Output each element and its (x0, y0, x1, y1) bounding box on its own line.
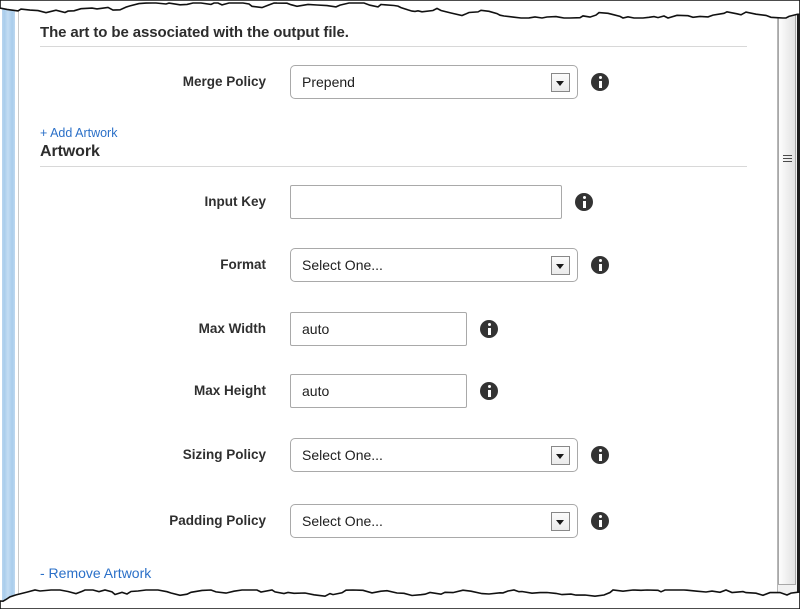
field-value: Select One... (302, 257, 383, 273)
field-input[interactable]: auto (290, 374, 467, 408)
field-label: Max Height (193, 383, 266, 398)
left-gutter-strip (2, 0, 15, 609)
field-value: auto (302, 383, 330, 399)
field-select[interactable]: Select One... (290, 248, 578, 282)
field-value: Select One... (302, 513, 383, 529)
chevron-down-icon[interactable] (551, 73, 570, 92)
info-icon[interactable] (575, 193, 593, 211)
info-icon[interactable] (591, 256, 609, 274)
form-row: Sizing Policy Select One... (19, 438, 759, 472)
info-icon[interactable] (480, 382, 498, 400)
field-label: Padding Policy (169, 513, 266, 528)
field-label: Input Key (204, 194, 266, 209)
info-icon[interactable] (480, 320, 498, 338)
merge-policy-label: Merge Policy (182, 74, 266, 89)
section-divider (40, 46, 747, 47)
form-row-merge-policy: Merge Policy Prepend (19, 65, 759, 99)
field-input[interactable] (290, 185, 562, 219)
chevron-down-icon[interactable] (551, 446, 570, 465)
form-row: Input Key (19, 185, 759, 219)
add-artwork-link[interactable]: + Add Artwork (40, 126, 117, 140)
info-icon[interactable] (591, 446, 609, 464)
form-row: Max Height auto (19, 374, 759, 408)
form-row: Padding Policy Select One... (19, 504, 759, 538)
screenshot-root: The art to be associated with the output… (0, 0, 800, 609)
scrollbar-thumb[interactable] (778, 10, 796, 585)
form-content: The art to be associated with the output… (19, 0, 774, 609)
info-icon[interactable] (591, 73, 609, 91)
section-description: The art to be associated with the output… (40, 24, 349, 41)
merge-policy-select[interactable]: Prepend (290, 65, 578, 99)
vertical-scrollbar[interactable] (777, 8, 797, 601)
form-row: Format Select One... (19, 248, 759, 282)
chevron-down-icon[interactable] (551, 256, 570, 275)
field-label: Sizing Policy (182, 447, 266, 462)
field-label: Format (220, 257, 266, 272)
chevron-down-icon[interactable] (551, 512, 570, 531)
remove-artwork-link[interactable]: - Remove Artwork (40, 565, 151, 581)
info-icon[interactable] (591, 512, 609, 530)
field-value: Select One... (302, 447, 383, 463)
merge-policy-value: Prepend (302, 74, 355, 90)
scrollbar-grip-icon (783, 155, 792, 164)
artwork-divider (40, 166, 747, 167)
form-row: Max Width auto (19, 312, 759, 346)
field-input[interactable]: auto (290, 312, 467, 346)
field-label: Max Width (198, 321, 266, 336)
field-select[interactable]: Select One... (290, 438, 578, 472)
field-value: auto (302, 321, 330, 337)
field-select[interactable]: Select One... (290, 504, 578, 538)
artwork-heading: Artwork (40, 143, 100, 160)
